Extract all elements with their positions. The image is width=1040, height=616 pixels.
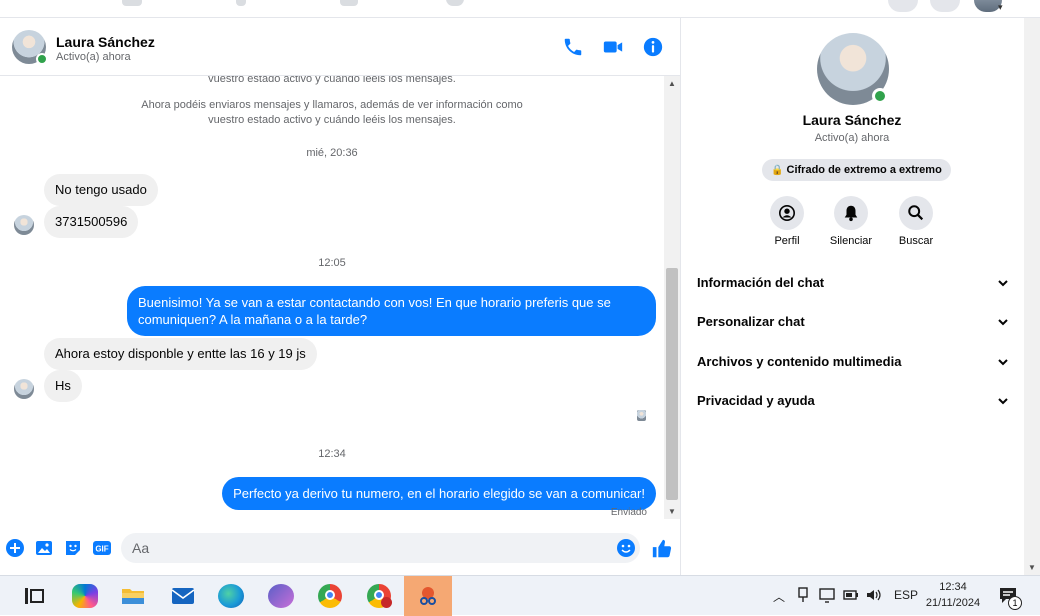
message-list[interactable]: vuestro estado activo y cuándo leéis los… [0, 76, 664, 519]
edge-icon[interactable] [218, 584, 244, 608]
incoming-message[interactable]: Hs [44, 370, 82, 402]
section-label: Personalizar chat [697, 314, 805, 329]
volume-icon[interactable] [865, 586, 883, 604]
scroll-down-arrow[interactable]: ▼ [668, 507, 676, 516]
gif-icon[interactable]: GIF [92, 538, 112, 558]
section-chat-info[interactable]: Información del chat [697, 271, 1009, 295]
action-label: Buscar [898, 235, 934, 247]
search-icon [899, 196, 933, 230]
clock-time: 12:34 [939, 581, 967, 593]
chat-panel: Laura Sánchez Activo(a) ahora vuestro es… [0, 18, 681, 575]
menu-icon[interactable] [888, 0, 918, 12]
incoming-message[interactable]: No tengo usado [44, 174, 158, 206]
system-message-partial: vuestro estado activo y cuándo leéis los… [208, 76, 456, 85]
section-label: Privacidad y ayuda [697, 393, 815, 408]
timestamp: 12:34 [318, 448, 346, 460]
teams-icon[interactable] [268, 584, 294, 608]
lock-icon: 🔒 [771, 165, 784, 176]
message-scrollbar[interactable]: ▲ ▼ [664, 76, 680, 519]
contact-status: Activo(a) ahora [56, 51, 131, 63]
action-mute[interactable]: Silenciar [816, 196, 886, 247]
contact-name[interactable]: Laura Sánchez [56, 34, 155, 50]
incoming-message[interactable]: Ahora estoy disponble y entte las 16 y 1… [44, 338, 317, 370]
outgoing-message[interactable]: Perfecto ya derivo tu numero, en el hora… [222, 477, 656, 510]
sent-status: Enviado [610, 507, 647, 518]
bell-icon [834, 196, 868, 230]
chat-header: Laura Sánchez Activo(a) ahora [0, 18, 680, 76]
like-icon[interactable] [651, 538, 673, 560]
sticker-icon[interactable] [63, 538, 83, 558]
battery-icon[interactable] [842, 586, 860, 604]
chevron-down-icon [998, 319, 1008, 326]
chevron-down-icon[interactable]: ▾ [998, 2, 1003, 13]
copilot-icon[interactable] [72, 584, 98, 608]
action-label: Perfil [774, 235, 800, 247]
chrome-profile-icon[interactable] [367, 584, 392, 608]
system-message-line: vuestro estado activo y cuándo leéis los… [208, 114, 456, 126]
mail-icon[interactable] [170, 584, 196, 608]
online-indicator [872, 88, 888, 104]
plus-icon[interactable] [5, 538, 25, 558]
page-scrollbar[interactable]: ▼ [1024, 18, 1040, 575]
message-composer: GIF [0, 528, 680, 570]
windows-taskbar: ︿ ESP 12:34 21/11/2024 1 [0, 575, 1040, 616]
language-indicator[interactable]: ESP [894, 588, 918, 602]
encryption-label: Cifrado de extremo a extremo [786, 164, 942, 176]
nav-icon-partial[interactable] [340, 0, 358, 6]
action-search[interactable]: Buscar [881, 196, 951, 247]
notification-badge: 1 [1008, 596, 1022, 610]
network-icon[interactable] [818, 586, 836, 604]
phone-icon[interactable] [562, 36, 584, 58]
section-label: Archivos y contenido multimedia [697, 354, 902, 369]
contact-small-avatar [14, 215, 34, 235]
clock-date: 21/11/2024 [925, 597, 981, 609]
chat-info-sidebar: Laura Sánchez Activo(a) ahora 🔒 Cifrado … [682, 18, 1022, 575]
system-clock[interactable]: 12:34 21/11/2024 [920, 579, 986, 611]
timestamp: 12:05 [318, 257, 346, 269]
contact-small-avatar [14, 379, 34, 399]
usb-icon[interactable] [796, 586, 810, 604]
action-label: Silenciar [829, 235, 873, 247]
message-input[interactable] [121, 533, 640, 563]
chevron-up-icon[interactable]: ︿ [773, 588, 785, 605]
nav-icon-partial[interactable] [236, 0, 246, 6]
chevron-down-icon [998, 280, 1008, 287]
profile-status: Activo(a) ahora [814, 132, 890, 144]
profile-name: Laura Sánchez [802, 112, 902, 128]
scroll-thumb[interactable] [666, 268, 678, 500]
messenger-icon[interactable] [930, 0, 960, 12]
incoming-message[interactable]: 3731500596 [44, 206, 139, 238]
scroll-up-arrow[interactable]: ▲ [668, 79, 676, 88]
top-navigation-strip: ▾ [0, 0, 1040, 18]
emoji-icon[interactable] [616, 538, 636, 558]
section-media-files[interactable]: Archivos y contenido multimedia [697, 350, 1009, 374]
chevron-down-icon [998, 359, 1008, 366]
gif-label: GIF [95, 545, 108, 554]
file-explorer-icon[interactable] [120, 584, 146, 608]
timestamp: mié, 20:36 [306, 147, 358, 159]
outgoing-message[interactable]: Buenisimo! Ya se van a estar contactando… [127, 286, 656, 336]
section-label: Información del chat [697, 275, 825, 290]
chevron-down-icon [998, 398, 1008, 405]
nav-icon-partial[interactable] [446, 0, 464, 6]
section-customize-chat[interactable]: Personalizar chat [697, 310, 1009, 334]
chrome-icon[interactable] [318, 584, 342, 608]
profile-icon [770, 196, 804, 230]
video-icon[interactable] [602, 36, 624, 58]
snipping-tool-icon[interactable] [415, 584, 441, 608]
action-profile[interactable]: Perfil [752, 196, 822, 247]
read-receipt-avatar [637, 410, 646, 421]
image-icon[interactable] [34, 538, 54, 558]
system-message-line: Ahora podéis enviaros mensajes y llamaro… [141, 99, 523, 111]
encryption-badge[interactable]: 🔒 Cifrado de extremo a extremo [762, 159, 951, 181]
task-view-icon[interactable] [22, 584, 48, 608]
section-privacy-help[interactable]: Privacidad y ayuda [697, 389, 1009, 413]
online-indicator [36, 53, 48, 65]
nav-icon-partial[interactable] [122, 0, 142, 6]
scroll-down-arrow[interactable]: ▼ [1028, 563, 1036, 572]
notification-center[interactable]: 1 [998, 586, 1022, 610]
info-icon[interactable] [642, 36, 664, 58]
